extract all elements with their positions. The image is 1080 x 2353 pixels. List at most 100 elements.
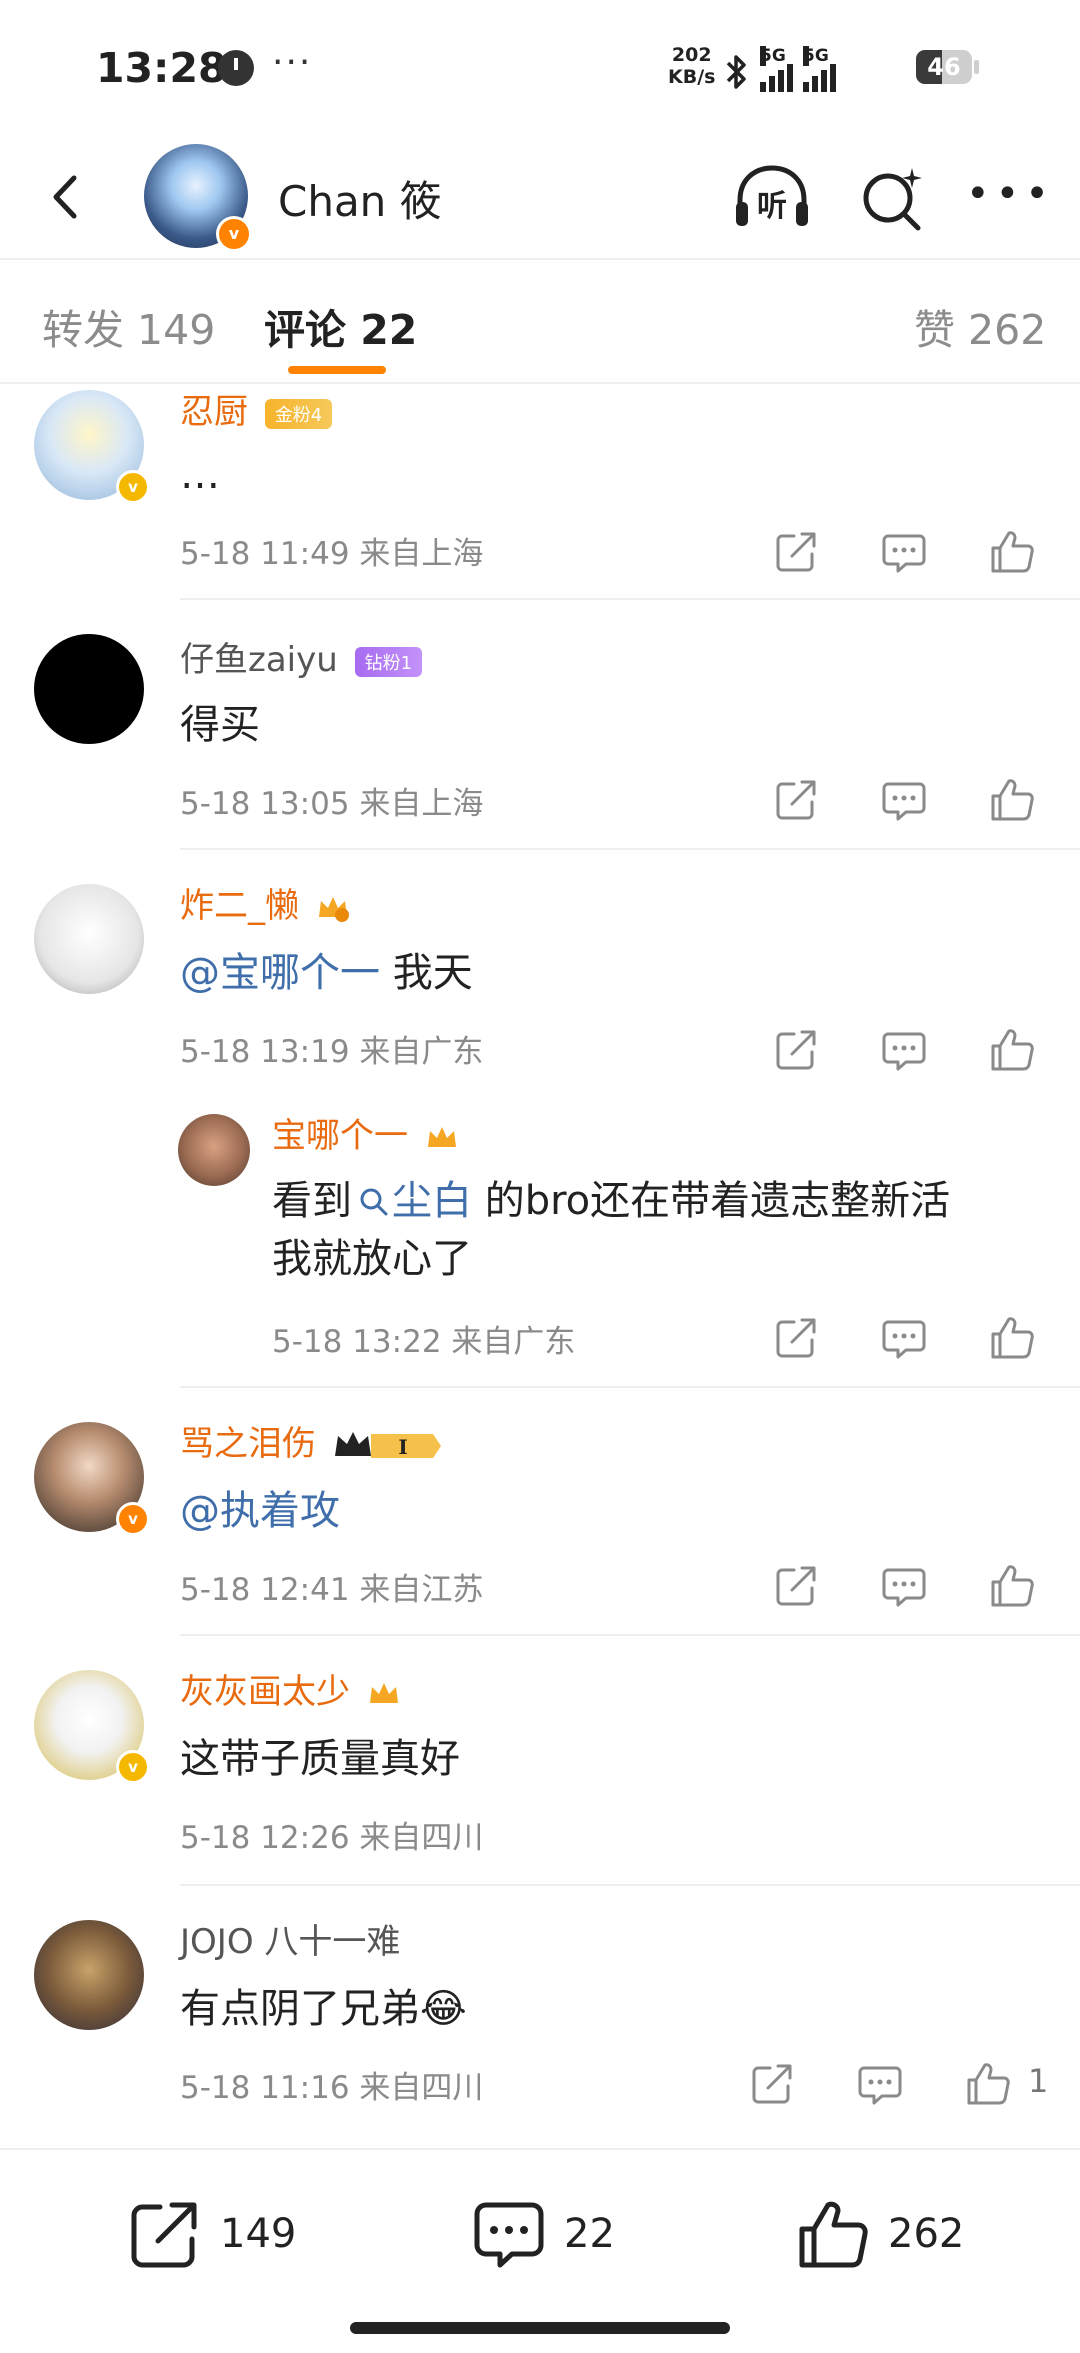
signal-icon-2: 5G bbox=[803, 46, 836, 92]
share-icon[interactable] bbox=[774, 1316, 818, 1360]
comment-author[interactable]: 忍厨 金粉4 bbox=[180, 384, 333, 433]
reply-author[interactable]: 宝哪个一 bbox=[272, 1108, 459, 1157]
reply-time: 5-18 13:22 bbox=[272, 1324, 442, 1360]
comment-author[interactable]: 骂之泪伤 I bbox=[180, 1416, 443, 1465]
status-more-icon: ··· bbox=[272, 42, 313, 83]
comment-item: v 灰灰画太少 这带子质量真好 5-18 12:26 来自四川 bbox=[0, 1636, 1080, 1884]
comment-text: 这带子质量真好 bbox=[180, 1736, 460, 1782]
crown-badge-icon bbox=[318, 896, 349, 922]
reply-icon[interactable] bbox=[858, 2062, 902, 2106]
svg-text:I: I bbox=[398, 1435, 407, 1459]
comment-button[interactable]: 22 bbox=[472, 2194, 615, 2274]
network-speed: 202 KB/s bbox=[668, 44, 715, 88]
crown-badge-icon bbox=[369, 1682, 398, 1703]
verified-icon: v bbox=[116, 1750, 150, 1784]
clock-icon bbox=[218, 50, 254, 86]
repost-count: 149 bbox=[220, 2211, 297, 2257]
share-icon[interactable] bbox=[774, 530, 818, 574]
comment-icon bbox=[474, 2202, 544, 2268]
fan-badge: 金粉4 bbox=[264, 398, 333, 429]
more-icon[interactable]: ••• bbox=[966, 174, 1055, 214]
comment-time: 5-18 11:16 bbox=[180, 2070, 350, 2106]
comment-author[interactable]: JOJO 八十一难 bbox=[180, 1914, 400, 1963]
comment-avatar[interactable]: v bbox=[34, 1670, 150, 1784]
reply-icon[interactable] bbox=[882, 530, 926, 574]
comment-meta: 5-18 13:05 来自上海 bbox=[180, 778, 483, 823]
repost-icon bbox=[131, 2202, 197, 2268]
status-time: 13:28 bbox=[96, 44, 227, 92]
comment-count: 22 bbox=[564, 2211, 615, 2257]
tab-likes[interactable]: 赞 262 bbox=[914, 296, 1046, 356]
comment-text: @宝哪个一 我天 bbox=[180, 940, 473, 998]
comment-location: 来自四川 bbox=[359, 1820, 484, 1856]
listen-headphone-icon[interactable]: 听 bbox=[730, 160, 814, 236]
verified-icon: v bbox=[216, 216, 252, 252]
comment-author[interactable]: 仔鱼zaiyu 钻粉1 bbox=[180, 632, 423, 681]
back-icon[interactable] bbox=[38, 162, 98, 232]
comment-avatar[interactable] bbox=[34, 634, 144, 744]
reply-text-pre: 看到 bbox=[272, 1178, 352, 1224]
comment-text: 得买 bbox=[180, 702, 260, 748]
author-avatar[interactable]: v bbox=[144, 144, 252, 252]
tab-comments[interactable]: 评论 22 bbox=[264, 296, 417, 356]
network-speed-value: 202 bbox=[671, 44, 712, 66]
reply-author-name[interactable]: 宝哪个一 bbox=[272, 1116, 408, 1156]
signal-type-1: 5G bbox=[760, 46, 786, 66]
like-count: 1 bbox=[1028, 2062, 1049, 2100]
comment-author-name[interactable]: JOJO 八十一难 bbox=[180, 1922, 400, 1962]
share-icon[interactable] bbox=[774, 778, 818, 822]
like-icon[interactable] bbox=[990, 530, 1034, 574]
repost-button[interactable]: 149 bbox=[128, 2194, 296, 2274]
comment-author-name[interactable]: 灰灰画太少 bbox=[180, 1672, 350, 1712]
reply-location: 来自广东 bbox=[451, 1324, 576, 1360]
comment-time: 5-18 13:05 bbox=[180, 786, 350, 822]
reply-icon[interactable] bbox=[882, 778, 926, 822]
comment-author-name[interactable]: 仔鱼zaiyu bbox=[180, 640, 338, 680]
topic-link-text[interactable]: 尘白 bbox=[392, 1178, 472, 1224]
reply-icon[interactable] bbox=[882, 1564, 926, 1608]
network-speed-unit: KB/s bbox=[668, 66, 716, 88]
like-icon[interactable] bbox=[990, 1316, 1034, 1360]
share-icon[interactable] bbox=[774, 1564, 818, 1608]
comment-item: 炸二_懒 @宝哪个一 我天 5-18 13:19 来自广东 宝哪个一 看到 尘白 … bbox=[0, 850, 1080, 1386]
comment-location: 来自江苏 bbox=[359, 1572, 484, 1608]
reply-icon[interactable] bbox=[882, 1028, 926, 1072]
comment-avatar[interactable] bbox=[34, 1920, 144, 2030]
like-icon[interactable] bbox=[966, 2062, 1010, 2106]
search-icon[interactable] bbox=[856, 160, 928, 236]
topic-link[interactable]: 尘白 bbox=[352, 1178, 472, 1224]
comment-avatar[interactable]: v bbox=[34, 390, 150, 504]
level-badge-icon: I bbox=[334, 1431, 441, 1459]
comment-meta: 5-18 12:41 来自江苏 bbox=[180, 1564, 483, 1609]
mention-link[interactable]: @宝哪个一 bbox=[180, 950, 380, 996]
status-bar: 13:28 ··· 202 KB/s 5G 5G 46 bbox=[0, 0, 1080, 140]
comment-location: 来自上海 bbox=[359, 786, 484, 822]
reply-icon[interactable] bbox=[882, 1316, 926, 1360]
reply-avatar[interactable] bbox=[178, 1114, 250, 1186]
like-icon[interactable] bbox=[990, 1564, 1034, 1608]
author-name[interactable]: Chan 筱 bbox=[278, 168, 442, 229]
signal-type-2: 5G bbox=[803, 46, 829, 66]
tab-bar: 转发 149 评论 22 赞 262 bbox=[0, 260, 1080, 382]
comment-author[interactable]: 灰灰画太少 bbox=[180, 1664, 401, 1713]
like-icon[interactable] bbox=[990, 1028, 1034, 1072]
mention-link[interactable]: @执着攻 bbox=[180, 1488, 340, 1534]
comment-meta: 5-18 12:26 来自四川 bbox=[180, 1812, 483, 1857]
comment-author[interactable]: 炸二_懒 bbox=[180, 878, 350, 927]
like-icon[interactable] bbox=[990, 778, 1034, 822]
share-icon[interactable] bbox=[774, 1028, 818, 1072]
comment-avatar[interactable] bbox=[34, 884, 144, 994]
search-icon bbox=[360, 1188, 388, 1216]
comment-time: 5-18 12:26 bbox=[180, 1820, 350, 1856]
comment-avatar[interactable]: v bbox=[34, 1422, 150, 1536]
like-button[interactable]: 262 bbox=[796, 2194, 964, 2274]
comment-meta: 5-18 11:16 来自四川 bbox=[180, 2062, 483, 2107]
bottom-action-bar: 149 22 262 bbox=[0, 2148, 1080, 2353]
comment-author-name[interactable]: 骂之泪伤 bbox=[180, 1424, 316, 1464]
share-icon[interactable] bbox=[750, 2062, 794, 2106]
verified-icon: v bbox=[116, 1502, 150, 1536]
comment-author-name[interactable]: 炸二_懒 bbox=[180, 886, 299, 926]
reply-text-line2: 我就放心了 bbox=[272, 1236, 472, 1282]
comment-author-name[interactable]: 忍厨 bbox=[180, 392, 248, 432]
tab-repost[interactable]: 转发 149 bbox=[42, 296, 215, 356]
